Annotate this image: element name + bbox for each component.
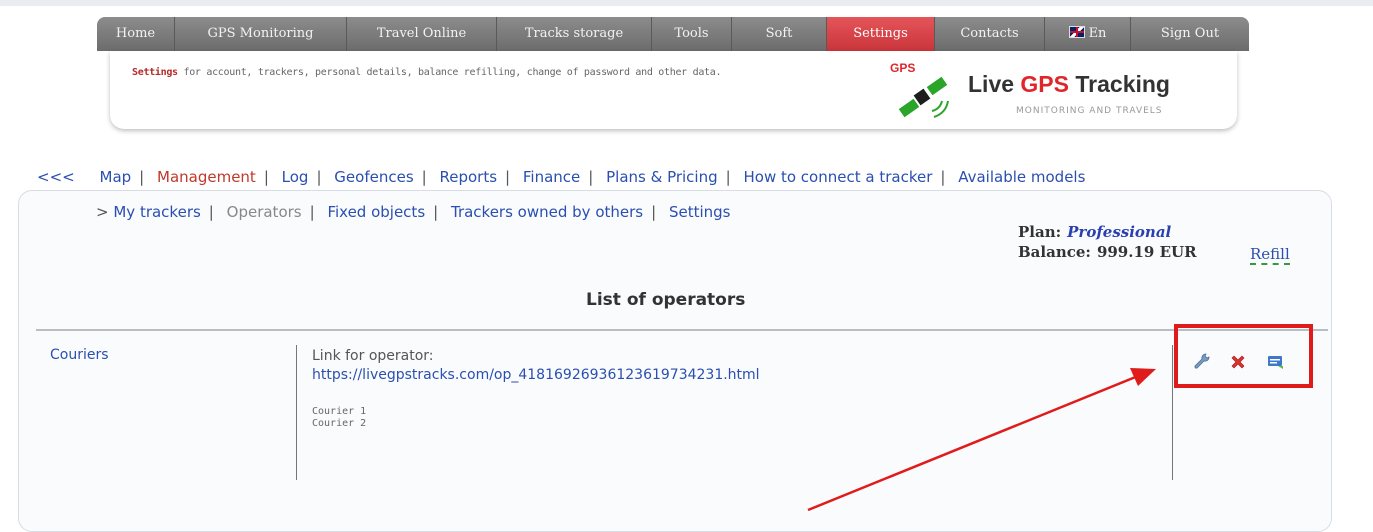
tab-label: Contacts [960,26,1019,41]
separator: | [309,203,315,221]
separator: | [651,203,657,221]
tab-soft[interactable]: Soft [732,17,827,51]
banner-description-text: for account, trackers, personal details,… [177,67,722,78]
tab-label: Tools [674,26,709,41]
nav-log[interactable]: Log [282,168,309,186]
subnav-fixed-objects[interactable]: Fixed objects [327,203,425,221]
separator: | [725,168,731,186]
tab-gps-monitoring[interactable]: GPS Monitoring [175,17,347,51]
account-info: Plan: Professional Balance: 999.19 EUR [1018,222,1197,262]
tab-settings[interactable]: Settings [827,17,935,51]
live-gps-tracking-logo[interactable]: GPS Live GPS Tracking MONITORING AND TRA… [890,61,1220,121]
logo-title-highlight: GPS [1020,71,1069,97]
banner-description: Settings for account, trackers, personal… [132,67,722,78]
separator: | [433,203,439,221]
courier-item: Courier 1 [312,406,367,417]
refill-link[interactable]: Refill [1250,245,1290,265]
edit-button[interactable] [1192,352,1212,372]
nav-management[interactable]: Management [157,168,256,186]
separator: | [208,203,214,221]
tab-label: Home [115,26,156,41]
balance-row: Balance: 999.19 EUR [1018,242,1197,262]
plan-value: Professional [1067,223,1172,241]
list-title: List of operators [586,290,746,310]
actions-highlight-box [1174,324,1313,388]
satellite-icon [898,76,949,118]
operators-subnav: > My trackers | Operators | Fixed objects |… [96,203,730,221]
logo-title-suffix: Tracking [1069,71,1170,97]
operator-name[interactable]: Couriers [50,347,109,363]
top-strip [0,0,1373,6]
tab-label: Travel Online [376,26,467,41]
nav-finance[interactable]: Finance [523,168,580,186]
column-divider [296,345,297,480]
operator-link-label: Link for operator: [312,348,434,364]
balance-label: Balance: [1018,243,1091,261]
tab-tracks-storage[interactable]: Tracks storage [497,17,652,51]
nav-map[interactable]: Map [100,168,132,186]
message-icon [1268,356,1283,369]
tab-travel-online[interactable]: Travel Online [347,17,497,51]
nav-plans-pricing[interactable]: Plans & Pricing [606,168,718,186]
nav-reports[interactable]: Reports [439,168,497,186]
tab-label: Tracks storage [524,26,624,41]
management-nav: <<< Map | Management | Log | Geofences | Rep… [37,168,1085,186]
logo-title-prefix: Live [968,71,1021,97]
delete-x-icon [1231,355,1245,369]
subnav-operators: Operators [226,203,302,221]
tab-label: Soft [765,26,793,41]
nav-geofences[interactable]: Geofences [334,168,413,186]
header-banner: Settings for account, trackers, personal… [110,51,1237,129]
separator: | [421,168,427,186]
tab-language[interactable]: En [1045,17,1131,51]
tab-label: En [1088,26,1107,41]
separator: | [316,168,322,186]
tab-sign-out[interactable]: Sign Out [1131,17,1249,51]
top-navigation: Home GPS Monitoring Travel Online Tracks… [97,17,1249,51]
tab-label: GPS Monitoring [207,26,314,41]
separator: | [505,168,511,186]
nav-how-to-connect[interactable]: How to connect a tracker [743,168,932,186]
separator: | [940,168,946,186]
tab-tools[interactable]: Tools [652,17,732,51]
nav-available-models[interactable]: Available models [958,168,1085,186]
delete-button[interactable] [1228,352,1248,372]
courier-item: Courier 2 [312,418,367,429]
message-button[interactable] [1266,352,1286,372]
operator-link-url[interactable]: https://livegpstracks.com/op_41816926936… [312,367,760,383]
uk-flag-icon [1068,26,1085,38]
tab-label: Sign Out [1160,26,1220,41]
balance-value: 999.19 EUR [1096,243,1197,261]
separator: | [263,168,269,186]
tab-contacts[interactable]: Contacts [935,17,1045,51]
logo-subtitle: MONITORING AND TRAVELS [1016,106,1163,116]
separator: | [139,168,145,186]
subnav-my-trackers[interactable]: My trackers [113,203,200,221]
subnav-prefix: > [96,203,109,221]
wrench-icon [1194,353,1210,369]
tab-home[interactable]: Home [97,17,175,51]
subnav-settings[interactable]: Settings [669,203,731,221]
plan-row: Plan: Professional [1018,222,1197,242]
separator: | [588,168,594,186]
logo-title: Live GPS Tracking [968,71,1170,98]
nav-back[interactable]: <<< [37,168,75,186]
divider [36,329,1328,331]
settings-word: Settings [132,67,178,78]
tab-label: Settings [853,26,908,41]
plan-label: Plan: [1018,223,1062,241]
subnav-trackers-owned-by-others[interactable]: Trackers owned by others [451,203,643,221]
column-divider [1172,345,1173,480]
